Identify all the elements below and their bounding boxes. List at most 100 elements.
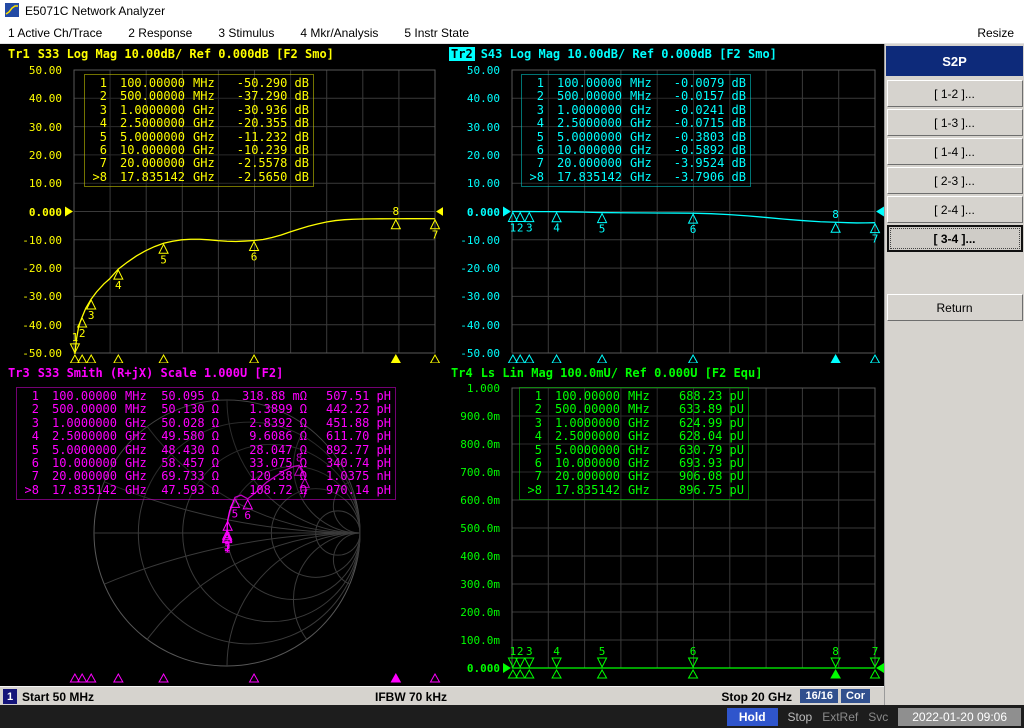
marker-readout-row: 2 500.00000 MHz -0.0157 dB <box>536 89 746 104</box>
svg-text:5: 5 <box>599 645 606 658</box>
averaging-status-badge: 16/16 <box>800 689 838 703</box>
svg-text:6: 6 <box>251 250 258 263</box>
svg-text:8: 8 <box>832 208 839 221</box>
trace2-quadrant: 12345678 50.00 40.00 30.00 20.00 10.00 0.000-… <box>443 44 884 363</box>
trace1-marker-table: 1 100.00000 MHz -50.290 dB 2 500.00000 MHz -37.… <box>84 74 314 188</box>
svg-text:7: 7 <box>872 233 879 246</box>
svg-text:6: 6 <box>690 223 697 236</box>
marker-readout-row: 1 100.00000 MHz 688.23 pU <box>534 389 744 403</box>
trace1-label[interactable]: Tr1 <box>6 47 32 61</box>
softkey-2-3[interactable]: [ 2-3 ]... <box>886 167 1023 194</box>
menu-instr-state[interactable]: 5 Instr State <box>404 26 469 40</box>
channel-status-bar: 1 Start 50 MHz IFBW 70 kHz Stop 20 GHz 1… <box>0 686 884 705</box>
marker-readout-row: 6 10.000000 GHz -10.239 dB <box>99 143 309 158</box>
title-bar: E5071C Network Analyzer <box>0 0 1024 22</box>
marker-readout-row: 7 20.000000 GHz 69.733 Ω 120.38 Ω 1.0375 nH <box>31 469 391 484</box>
trace4-marker-table: 1 100.00000 MHz 688.23 pU 2 500.00000 MHz 633.8… <box>519 387 749 501</box>
menu-mkr-analysis[interactable]: 4 Mkr/Analysis <box>300 26 378 40</box>
svg-text:4: 4 <box>553 222 560 235</box>
marker-readout-row: >8 17.835142 GHz -3.7906 dB <box>529 169 746 184</box>
softkey-menu-title: S2P <box>886 46 1023 76</box>
marker-readout-row: 4 2.5000000 GHz -0.0715 dB <box>536 116 746 131</box>
softkey-1-3[interactable]: [ 1-3 ]... <box>886 109 1023 136</box>
svg-text:1: 1 <box>510 645 517 658</box>
marker-readout-row: 2 500.00000 MHz 633.89 pU <box>534 402 744 417</box>
trace3-quadrant: 12345678 Tr3 S33 Smith (R+jX) Scale 1.000… <box>0 363 443 684</box>
svg-text:4: 4 <box>553 645 560 658</box>
svg-text:8: 8 <box>832 645 839 658</box>
marker-readout-row: 1 100.00000 MHz -0.0079 dB <box>536 76 746 90</box>
softkey-1-4[interactable]: [ 1-4 ]... <box>886 138 1023 165</box>
marker-readout-row: 6 10.000000 GHz 693.93 pU <box>534 456 744 471</box>
stop-indicator: Stop <box>787 709 813 724</box>
svg-text:3: 3 <box>88 309 95 322</box>
menu-stimulus[interactable]: 3 Stimulus <box>218 26 274 40</box>
trace4-settings: Ls Lin Mag 100.0mU/ Ref 0.000U [F2 Equ] <box>480 366 763 380</box>
marker-readout-row: 4 2.5000000 GHz 628.04 pU <box>534 429 744 444</box>
marker-readout-row: >8 17.835142 GHz -2.5650 dB <box>92 169 309 184</box>
svg-text:8: 8 <box>393 205 400 218</box>
marker-readout-row: 4 2.5000000 GHz -20.355 dB <box>99 116 309 131</box>
trace4-quadrant: 12345678 1.000 900.0m 800.0m 700.0m 600.0m 50… <box>443 363 884 684</box>
instrument-status-bar: Hold Stop ExtRef Svc 2022-01-20 09:06 <box>0 705 1024 728</box>
trace2-label[interactable]: Tr2 <box>449 47 475 61</box>
resize-control[interactable]: Resize <box>977 26 1014 40</box>
trigger-hold-badge[interactable]: Hold <box>726 707 778 726</box>
marker-readout-row: 5 5.0000000 GHz 630.79 pU <box>534 442 744 457</box>
marker-readout-row: 3 1.0000000 GHz -30.936 dB <box>99 102 309 117</box>
e5071c-screen: E5071C Network Analyzer 1 Active Ch/Trac… <box>0 0 1024 728</box>
svg-text:6: 6 <box>690 645 697 658</box>
trace3-label[interactable]: Tr3 <box>6 366 32 380</box>
marker-readout-row: 7 20.000000 GHz -3.9524 dB <box>536 156 746 171</box>
softkey-3-4[interactable]: [ 3-4 ]... <box>886 225 1023 252</box>
softkey-2-4[interactable]: [ 2-4 ]... <box>886 196 1023 223</box>
svg-text:4: 4 <box>115 279 122 292</box>
marker-readout-row: 6 10.000000 GHz 58.457 Ω 33.075 Ω 340.74 pH <box>31 456 391 471</box>
marker-readout-row: 2 500.00000 MHz -37.290 dB <box>99 89 309 104</box>
channel-number: 1 <box>3 689 17 704</box>
svg-text:5: 5 <box>599 223 606 236</box>
svg-text:7: 7 <box>872 645 879 658</box>
softkey-return[interactable]: Return <box>886 294 1023 321</box>
trace4-label[interactable]: Tr4 <box>449 366 475 380</box>
trace2-settings: S43 Log Mag 10.00dB/ Ref 0.000dB [F2 Smo… <box>480 47 777 61</box>
menu-response[interactable]: 2 Response <box>128 26 192 40</box>
marker-readout-row: 7 20.000000 GHz 906.08 pU <box>534 469 744 484</box>
trace2-title: Tr2 S43 Log Mag 10.00dB/ Ref 0.000dB [F2 … <box>449 47 777 61</box>
svc-indicator: Svc <box>868 709 889 724</box>
menu-active-ch-trace[interactable]: 1 Active Ch/Trace <box>8 26 102 40</box>
window-title: E5071C Network Analyzer <box>25 4 166 18</box>
trace2-marker-table: 1 100.00000 MHz -0.0079 dB 2 500.00000 MHz -0.0… <box>521 74 751 188</box>
svg-text:7: 7 <box>432 229 439 242</box>
menu-bar: 1 Active Ch/Trace 2 Response 3 Stimulus … <box>0 22 1024 44</box>
app-icon <box>5 2 19 20</box>
marker-readout-row: >8 17.835142 GHz 896.75 pU <box>527 482 744 497</box>
marker-readout-row: 6 10.000000 GHz -0.5892 dB <box>536 143 746 158</box>
softkey-panel: S2P [ 1-2 ]...[ 1-3 ]...[ 1-4 ]...[ 2-3 … <box>884 44 1024 705</box>
svg-text:3: 3 <box>526 222 533 235</box>
trace3-marker-table: 1 100.00000 MHz 50.095 Ω 318.88 mΩ 507.51 pH 2… <box>16 387 396 501</box>
trace1-title: Tr1 S33 Log Mag 10.00dB/ Ref 0.000dB [F2 … <box>6 47 334 61</box>
svg-text:5: 5 <box>160 253 167 266</box>
svg-text:6: 6 <box>244 509 251 522</box>
sweep-start-readout: Start 50 MHz <box>22 690 95 704</box>
svg-text:1: 1 <box>72 331 79 344</box>
ifbw-readout: IFBW 70 kHz <box>375 690 448 704</box>
softkey-1-2[interactable]: [ 1-2 ]... <box>886 80 1023 107</box>
trace1-settings: S33 Log Mag 10.00dB/ Ref 0.000dB [F2 Smo… <box>37 47 334 61</box>
svg-text:2: 2 <box>79 327 86 340</box>
marker-readout-row: 3 1.0000000 GHz 50.028 Ω 2.8392 Ω 451.88 pH <box>31 415 391 430</box>
marker-readout-row: 1 100.00000 MHz 50.095 Ω 318.88 mΩ 507.51 pH <box>31 389 391 403</box>
svg-text:3: 3 <box>526 645 533 658</box>
trace3-title: Tr3 S33 Smith (R+jX) Scale 1.000U [F2] <box>6 366 283 380</box>
svg-text:4: 4 <box>224 530 231 543</box>
extref-indicator: ExtRef <box>822 709 859 724</box>
sweep-stop-readout: Stop 20 GHz <box>721 690 792 704</box>
marker-readout-row: 1 100.00000 MHz -50.290 dB <box>99 76 309 90</box>
marker-readout-row: 3 1.0000000 GHz 624.99 pU <box>534 415 744 430</box>
marker-readout-row: 3 1.0000000 GHz -0.0241 dB <box>536 102 746 117</box>
marker-readout-row: >8 17.835142 GHz 47.593 Ω 108.72 Ω 970.14 pH <box>24 482 391 497</box>
marker-readout-row: 2 500.00000 MHz 50.130 Ω 1.3899 Ω 442.22 pH <box>31 402 391 417</box>
marker-readout-row: 5 5.0000000 GHz 48.430 Ω 28.047 Ω 892.77 pH <box>31 442 391 457</box>
trace3-settings: S33 Smith (R+jX) Scale 1.000U [F2] <box>37 366 284 380</box>
